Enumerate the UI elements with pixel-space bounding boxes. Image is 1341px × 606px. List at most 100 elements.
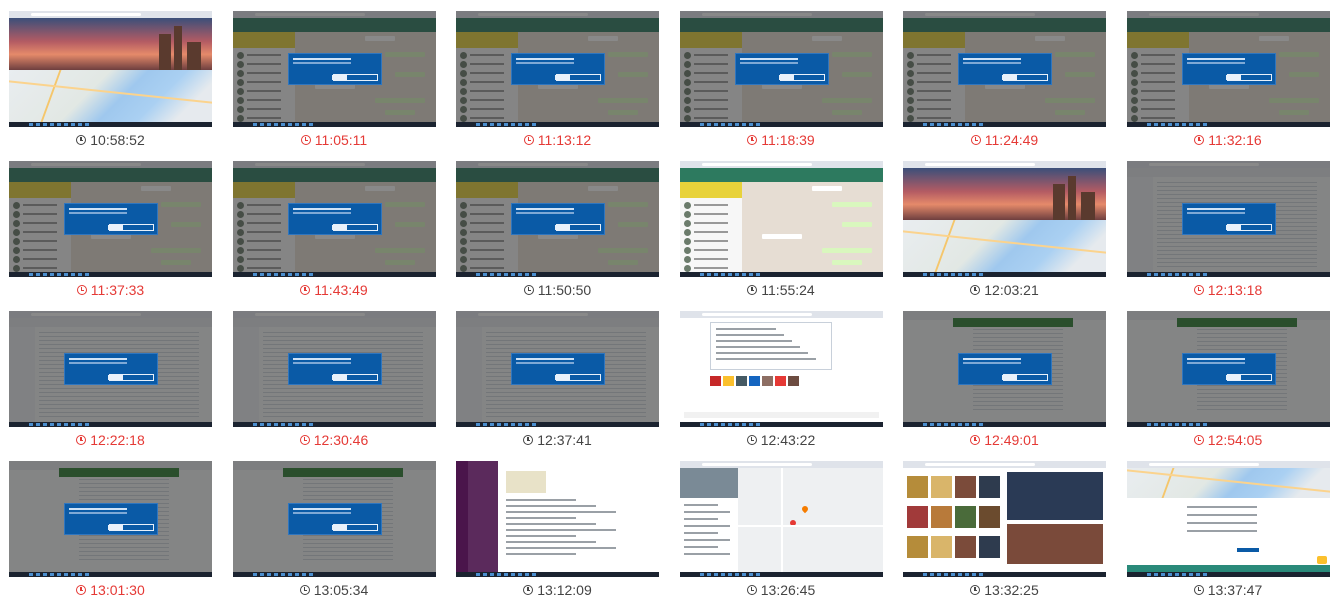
screenshot-tile[interactable]: 13:32:25: [903, 461, 1106, 606]
screenshot-thumbnail[interactable]: [232, 311, 436, 427]
screenshot-tile[interactable]: 11:18:39: [679, 11, 883, 156]
taskbar: [1126, 422, 1330, 427]
taskbar: [679, 572, 883, 577]
screenshot-thumbnail[interactable]: [456, 461, 659, 577]
clock-icon: [299, 585, 310, 595]
chat-list: [679, 182, 742, 272]
screenshot-thumbnail[interactable]: [456, 161, 659, 277]
screenshot-thumbnail[interactable]: [9, 161, 212, 277]
screenshot-thumbnail[interactable]: [9, 311, 212, 427]
notification-dialog: [64, 503, 158, 535]
taskbar: [1126, 572, 1330, 577]
timestamp-caption: 11:13:12: [456, 130, 659, 150]
notification-dialog: [1181, 353, 1276, 385]
timestamp-caption: 12:37:41: [456, 430, 659, 450]
screenshot-thumbnail[interactable]: [1126, 311, 1330, 427]
screenshot-tile[interactable]: 13:26:45: [679, 461, 883, 606]
timestamp-caption: 12:03:21: [903, 280, 1106, 300]
map-view: [9, 70, 212, 122]
screenshot-thumbnail[interactable]: [232, 461, 436, 577]
screenshot-tile[interactable]: 13:37:47: [1126, 461, 1330, 606]
screenshot-thumbnail[interactable]: [1126, 11, 1330, 127]
chat-pane: [741, 182, 883, 272]
screenshot-thumbnail[interactable]: [1126, 461, 1330, 577]
clock-icon: [76, 285, 87, 295]
taskbar: [232, 422, 436, 427]
timestamp-caption: 11:18:39: [680, 130, 883, 150]
clock-icon: [299, 435, 310, 445]
screenshot-thumbnail[interactable]: [903, 311, 1106, 427]
notification-dialog: [287, 53, 382, 85]
screenshot-thumbnail[interactable]: [903, 461, 1106, 577]
timestamp-caption: 11:55:24: [680, 280, 883, 300]
timestamp-caption: 12:30:46: [233, 430, 436, 450]
screenshot-tile[interactable]: 12:37:41: [456, 311, 659, 456]
screenshot-tile[interactable]: 11:55:24: [679, 161, 883, 306]
screenshot-tile[interactable]: 12:13:18: [1126, 161, 1330, 306]
timestamp-caption: 12:13:18: [1127, 280, 1330, 300]
clock-icon: [76, 435, 87, 445]
timestamp-text: 11:37:33: [90, 282, 145, 298]
screenshot-thumbnail[interactable]: [1126, 161, 1330, 277]
timestamp-text: 11:24:49: [984, 132, 1039, 148]
taskbar: [1126, 272, 1330, 277]
screenshot-thumbnail[interactable]: [679, 311, 883, 427]
login-form-panel: [1126, 498, 1330, 565]
screenshot-thumbnail[interactable]: [903, 161, 1106, 277]
channel-list: [468, 461, 498, 572]
notification-dialog: [64, 203, 158, 235]
screenshot-thumbnail[interactable]: [456, 311, 659, 427]
screenshot-tile[interactable]: 12:22:18: [9, 311, 212, 456]
timestamp-text: 13:01:30: [90, 582, 145, 598]
timestamp-text: 11:32:16: [1208, 132, 1262, 148]
screenshot-thumbnail[interactable]: [232, 11, 436, 127]
workspace-bar: [456, 461, 468, 572]
browser-bar: [903, 461, 1106, 468]
timestamp-caption: 10:58:52: [9, 130, 212, 150]
screenshot-tile[interactable]: 13:01:30: [9, 461, 212, 606]
screenshot-thumbnail[interactable]: [9, 461, 212, 577]
screenshot-tile[interactable]: 11:43:49: [232, 161, 436, 306]
timestamp-text: 13:26:45: [760, 582, 816, 598]
notification-dialog: [511, 353, 605, 385]
taskbar: [456, 572, 659, 577]
taskbar: [456, 122, 659, 127]
taskbar: [232, 272, 436, 277]
screenshot-tile[interactable]: 10:58:52: [9, 11, 212, 156]
screenshot-tile[interactable]: 13:12:09: [456, 461, 659, 606]
screenshot-tile[interactable]: 12:49:01: [903, 311, 1106, 456]
screenshot-thumbnail[interactable]: [232, 161, 436, 277]
screenshot-tile[interactable]: 12:30:46: [232, 311, 436, 456]
clock-icon: [747, 135, 758, 145]
browser-bar: [679, 311, 883, 318]
screenshot-tile[interactable]: 11:05:11: [232, 11, 436, 156]
screenshot-thumbnail[interactable]: [679, 461, 883, 577]
taskbar: [9, 272, 212, 277]
screenshot-tile[interactable]: 11:32:16: [1126, 11, 1330, 156]
timestamp-text: 13:32:25: [984, 582, 1039, 598]
timestamp-text: 12:22:18: [90, 432, 145, 448]
screenshot-tile[interactable]: 13:05:34: [232, 461, 436, 606]
browser-bar: [9, 11, 212, 18]
screenshot-tile[interactable]: 12:03:21: [903, 161, 1106, 306]
screenshot-thumbnail[interactable]: [903, 11, 1106, 127]
screenshot-tile[interactable]: 11:37:33: [9, 161, 212, 306]
screenshot-thumbnail[interactable]: [9, 11, 212, 127]
timestamp-text: 12:03:21: [984, 282, 1039, 298]
screenshot-tile[interactable]: 11:24:49: [903, 11, 1106, 156]
screenshot-thumbnail[interactable]: [679, 161, 883, 277]
screenshot-tile[interactable]: 12:43:22: [679, 311, 883, 456]
timestamp-text: 12:13:18: [1207, 282, 1263, 298]
screenshot-thumbnail[interactable]: [456, 11, 659, 127]
taskbar: [903, 122, 1106, 127]
screenshot-tile[interactable]: 11:13:12: [456, 11, 659, 156]
clock-icon: [970, 135, 981, 145]
clock-icon: [1193, 285, 1204, 295]
timestamp-text: 12:49:01: [984, 432, 1039, 448]
clock-icon: [523, 135, 534, 145]
screenshot-thumbnail[interactable]: [679, 11, 883, 127]
screenshot-tile[interactable]: 11:50:50: [456, 161, 659, 306]
timestamp-text: 11:18:39: [761, 132, 815, 148]
screenshot-tile[interactable]: 12:54:05: [1126, 311, 1330, 456]
timestamp-text: 13:12:09: [537, 582, 592, 598]
